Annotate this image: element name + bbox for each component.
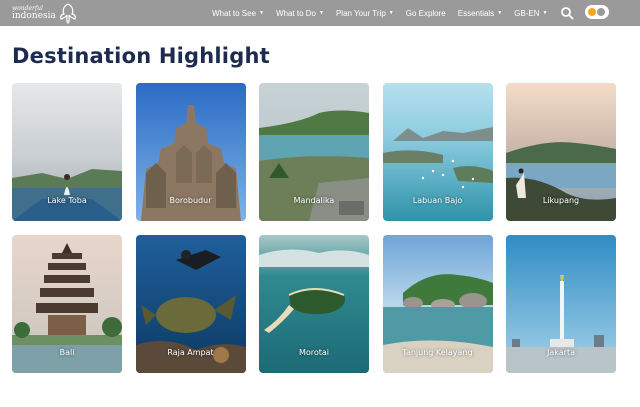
destination-card-lake-toba[interactable]: Lake Toba [12, 83, 122, 221]
nav-label: What to Do [275, 8, 316, 18]
toggle-knob-off [597, 8, 605, 16]
nav-what-to-do[interactable]: What to Do ▼ [276, 9, 324, 18]
toggle-knob [588, 8, 596, 16]
nav-plan-your-trip[interactable]: Plan Your Trip ▼ [336, 9, 394, 18]
nav-what-to-see[interactable]: What to See ▼ [212, 9, 264, 18]
chevron-down-icon: ▼ [497, 10, 503, 16]
nav-label: Plan Your Trip [335, 8, 386, 18]
chevron-down-icon: ▼ [259, 10, 264, 16]
nav-label: Go Explore [405, 8, 446, 18]
logo-wordmark: wonderful indonesia [12, 5, 56, 21]
nav-essentials[interactable]: Essentials ▼ [458, 9, 502, 18]
destination-card-tanjung-kelayang[interactable]: Tanjung Kelayang [382, 235, 493, 373]
destination-card-borobudur[interactable]: Borobudur [135, 83, 246, 221]
chevron-down-icon: ▼ [319, 10, 324, 16]
destination-card-bali[interactable]: Bali [12, 235, 122, 373]
nav-label: Essentials [457, 8, 495, 18]
nav-language[interactable]: GB-EN ▼ [514, 9, 547, 18]
destination-name: Lake Toba [47, 196, 87, 205]
nav-label: What to See [212, 8, 257, 18]
destination-name: Labuan Bajo [412, 196, 463, 205]
destination-name: Likupang [542, 196, 580, 205]
destination-card-likupang[interactable]: Likupang [506, 83, 616, 221]
destination-name: Tanjung Kelayang [402, 348, 473, 357]
destination-name: Bali [59, 348, 75, 357]
wonderful-indonesia-logo[interactable]: wonderful indonesia [12, 2, 78, 24]
destination-name: Raja Ampat [167, 348, 214, 357]
chevron-down-icon: ▼ [388, 10, 394, 16]
destination-name: Borobudur [169, 196, 212, 205]
destination-card-morotai[interactable]: Morotai [259, 235, 369, 373]
search-icon[interactable] [560, 6, 574, 20]
logo-line-2: indonesia [12, 10, 56, 21]
destination-card-labuan-bajo[interactable]: Labuan Bajo [382, 83, 493, 221]
garuda-logo-icon [60, 3, 76, 24]
destination-card-jakarta[interactable]: Jakarta [506, 235, 616, 373]
main-navigation: What to See ▼ What to Do ▼ Plan Your Trip ▼… [212, 0, 559, 26]
destination-name: Morotai [298, 348, 330, 357]
top-navbar: wonderful indonesia What to See ▼ What to… [0, 0, 640, 26]
nav-go-explore[interactable]: Go Explore [406, 9, 446, 18]
destination-card-raja-ampat[interactable]: Raja Ampat [135, 235, 246, 373]
chevron-down-icon: ▼ [542, 10, 548, 16]
theme-toggle[interactable] [585, 5, 609, 19]
destination-card-mandalika[interactable]: Mandalika [259, 83, 369, 221]
destination-name: Jakarta [547, 348, 575, 357]
page-title: Destination Highlight [12, 44, 270, 68]
destination-name: Mandalika [293, 196, 335, 205]
nav-label: GB-EN [514, 8, 540, 18]
